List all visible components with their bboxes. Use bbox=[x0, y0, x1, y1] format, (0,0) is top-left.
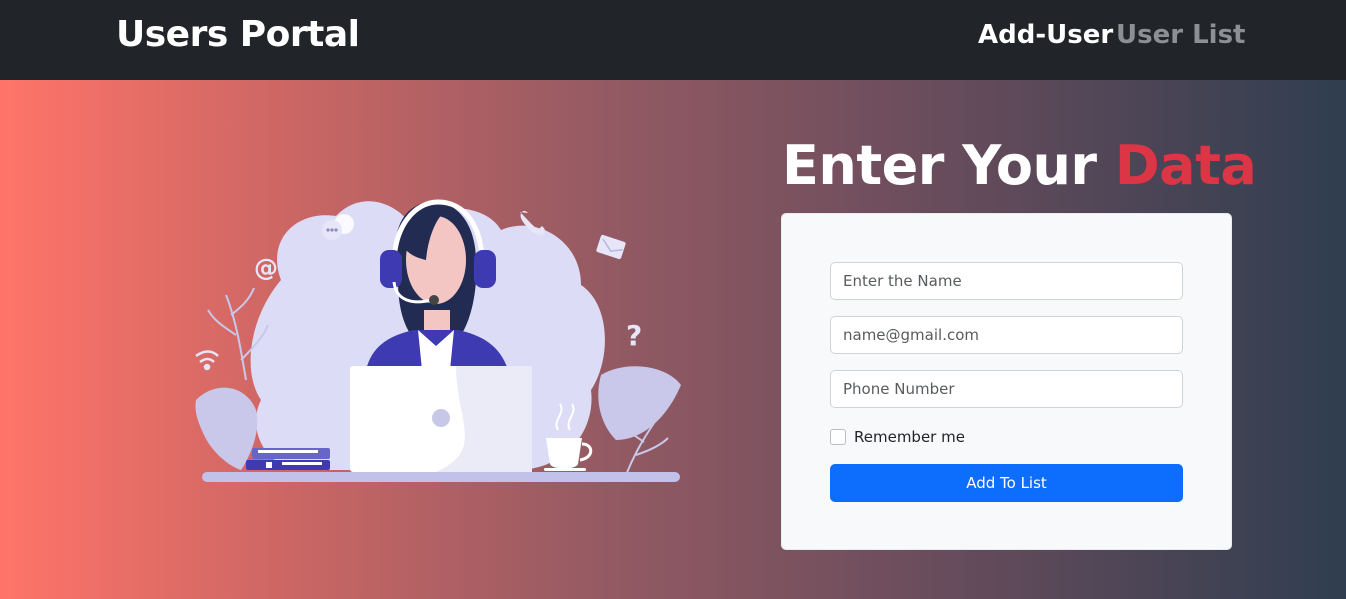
remember-me-row[interactable]: Remember me bbox=[830, 428, 965, 446]
right-leaf-icon bbox=[598, 366, 681, 440]
books-icon bbox=[246, 448, 330, 470]
envelope-icon bbox=[596, 234, 626, 260]
at-sign-icon: @ bbox=[254, 254, 278, 282]
customer-support-illustration: @ ? bbox=[195, 199, 681, 482]
add-to-list-button[interactable]: Add To List bbox=[830, 464, 1183, 502]
heading-accent-text: Data bbox=[1114, 134, 1257, 197]
remember-me-label: Remember me bbox=[854, 428, 965, 446]
nav-link-user-list[interactable]: User List bbox=[1116, 20, 1245, 50]
laptop-icon bbox=[350, 366, 532, 472]
top-navbar: Users Portal Add-User User List bbox=[0, 0, 1346, 80]
add-user-form: Remember me Add To List bbox=[781, 213, 1232, 550]
remember-me-checkbox[interactable] bbox=[830, 429, 846, 445]
nav-link-add-user[interactable]: Add-User bbox=[978, 20, 1113, 50]
name-input[interactable] bbox=[830, 262, 1183, 300]
heading-main-text: Enter Your bbox=[782, 134, 1097, 197]
svg-text:?: ? bbox=[626, 319, 642, 352]
wifi-icon bbox=[195, 350, 219, 371]
phone-input[interactable] bbox=[830, 370, 1183, 408]
svg-text:@: @ bbox=[254, 254, 278, 282]
left-leaf-icon bbox=[195, 387, 258, 470]
desk-surface bbox=[202, 472, 680, 482]
brand-title[interactable]: Users Portal bbox=[116, 14, 360, 55]
email-input[interactable] bbox=[830, 316, 1183, 354]
question-mark-icon: ? bbox=[626, 319, 642, 352]
page-heading: Enter Your Data bbox=[782, 134, 1257, 197]
